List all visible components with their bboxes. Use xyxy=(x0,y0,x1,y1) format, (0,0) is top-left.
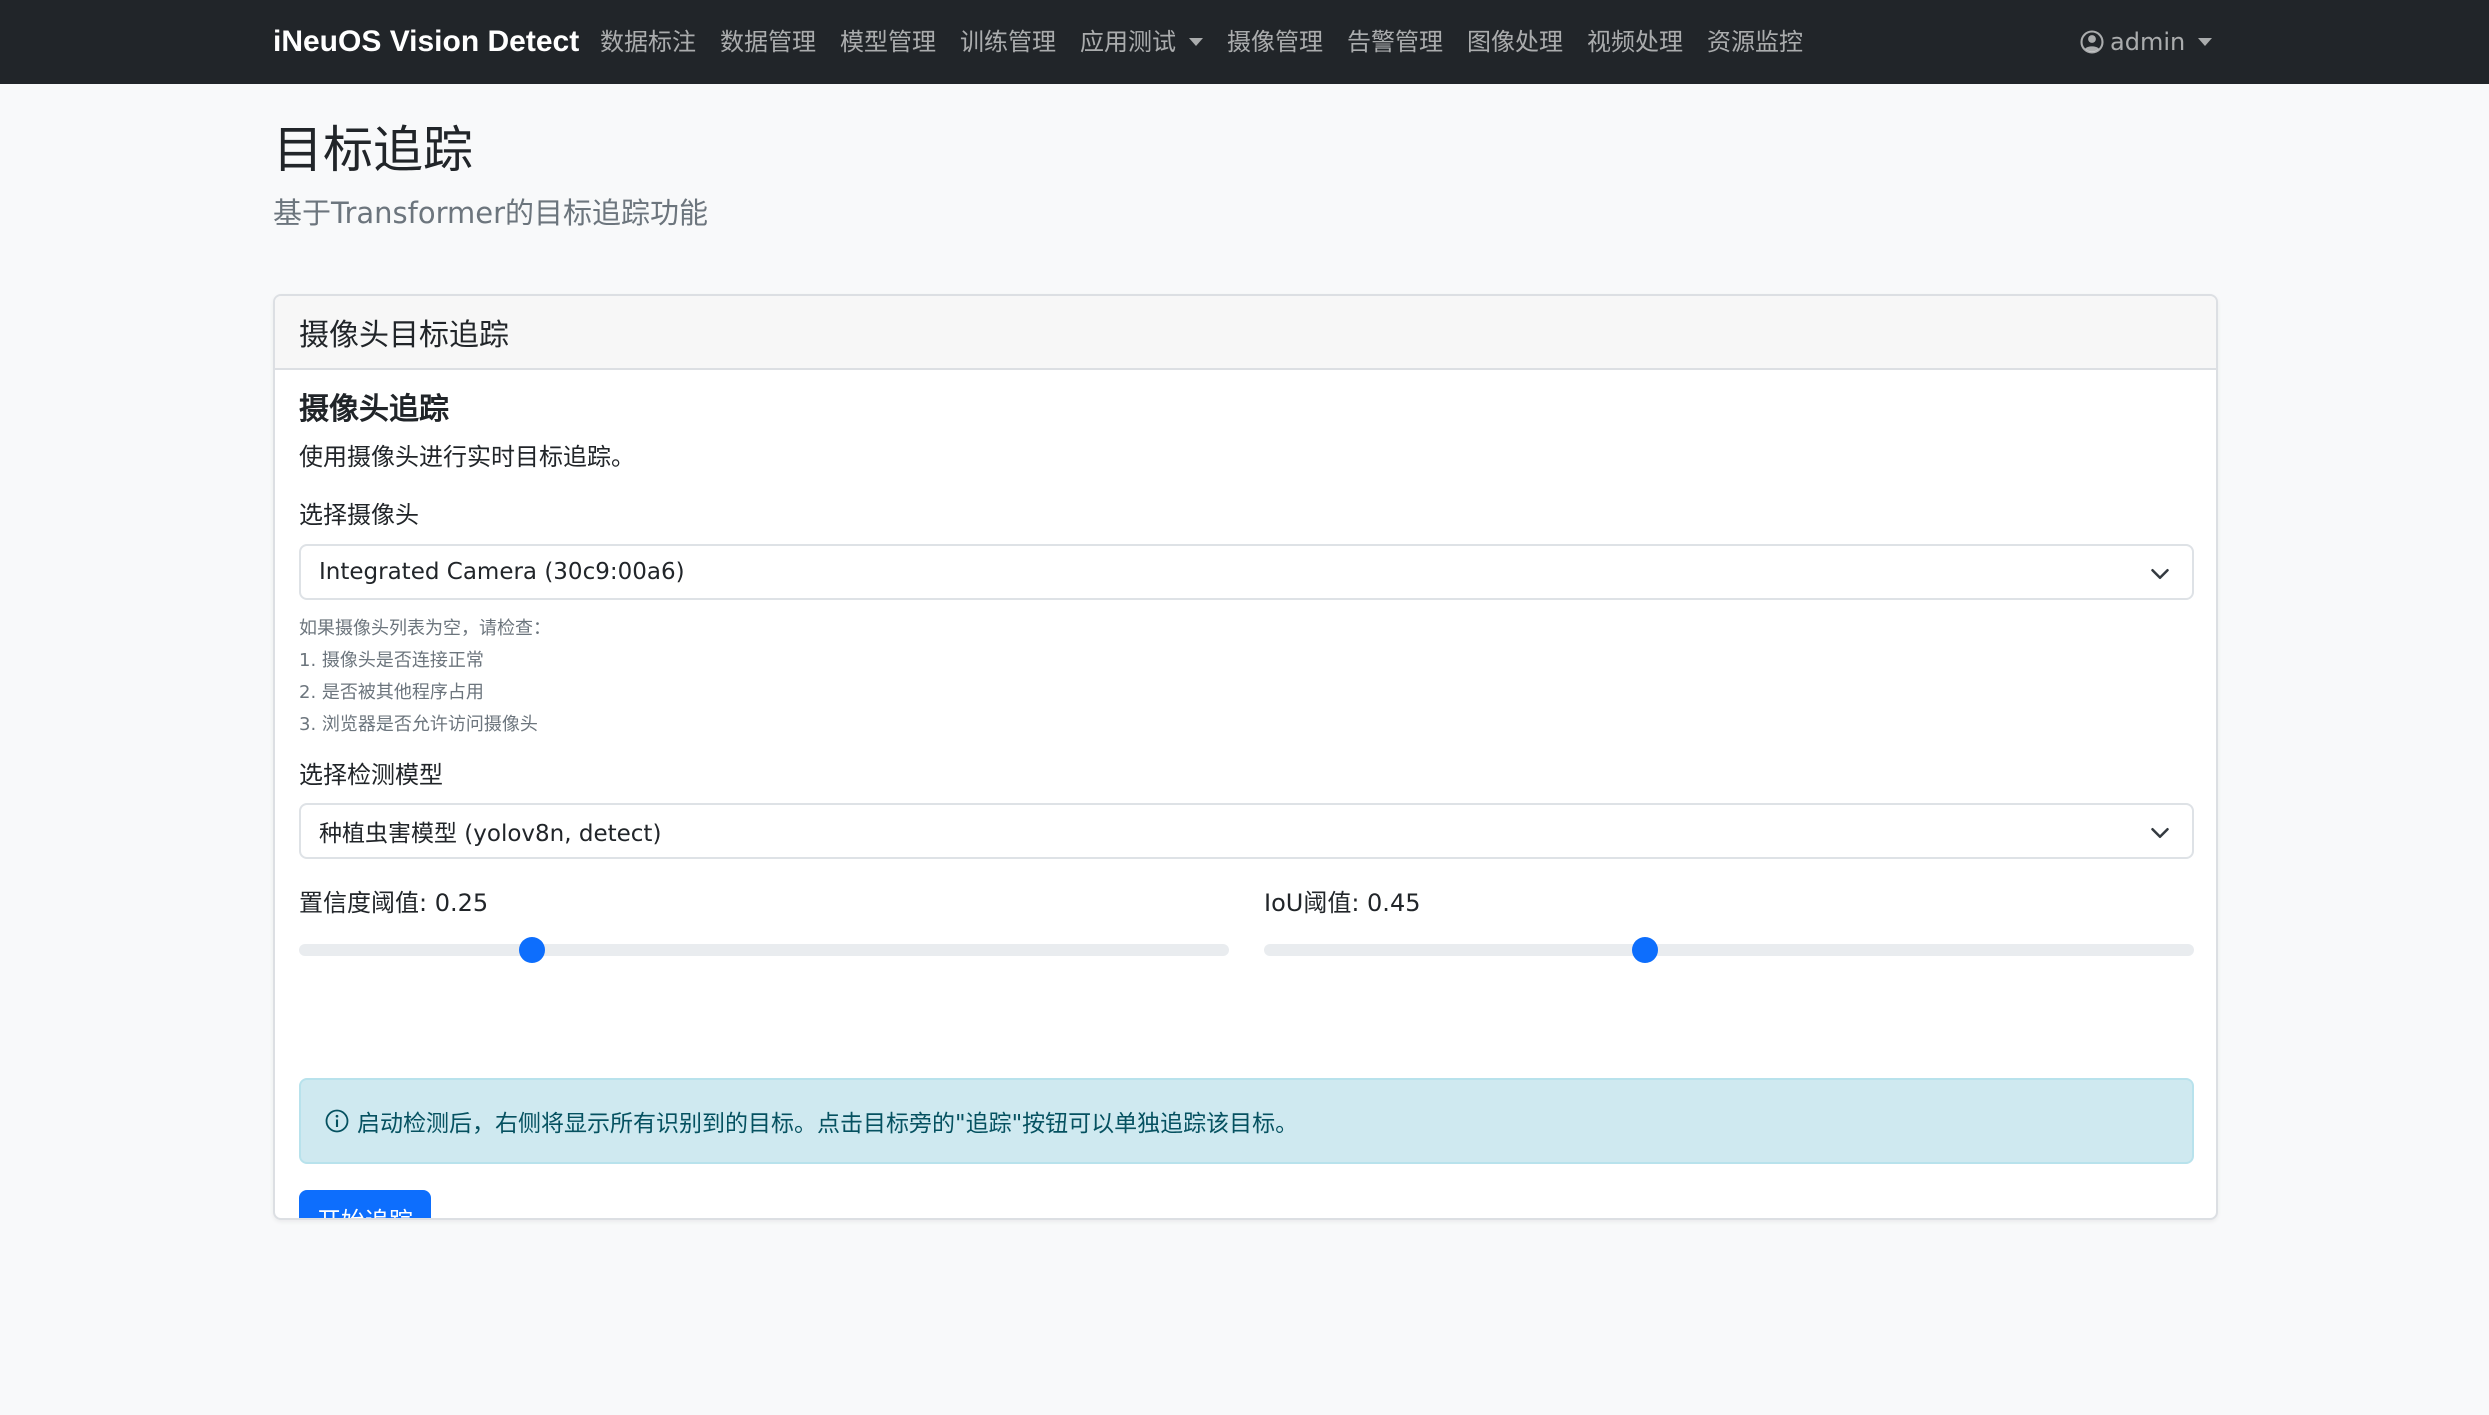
nav-item-label: 资源监控 xyxy=(1707,28,1803,56)
slider-thumb[interactable] xyxy=(518,937,545,963)
confidence-threshold-slider[interactable] xyxy=(299,937,1229,963)
nav-item-label: 数据标注 xyxy=(600,28,696,56)
nav-item-camera-management[interactable]: 摄像管理 xyxy=(1227,22,1323,62)
help-line: 1. 摄像头是否连接正常 xyxy=(299,650,484,671)
nav-item-label: 图像处理 xyxy=(1467,28,1563,56)
info-alert-text: 启动检测后，右侧将显示所有识别到的目标。点击目标旁的"追踪"按钮可以单独追踪该目… xyxy=(357,1111,1299,1137)
nav-item-resource-monitor[interactable]: 资源监控 xyxy=(1707,22,1803,62)
model-select-label: 选择检测模型 xyxy=(299,761,443,789)
iou-threshold-label: IoU阈值: 0.45 xyxy=(1264,889,1421,917)
info-alert: 启动检测后，右侧将显示所有识别到的目标。点击目标旁的"追踪"按钮可以单独追踪该目… xyxy=(299,1078,2194,1164)
nav-item-label: 数据管理 xyxy=(720,28,816,56)
username: admin xyxy=(2110,28,2186,56)
user-menu-dropdown[interactable]: admin xyxy=(2080,22,2213,62)
camera-help-text: 如果摄像头列表为空，请检查： 1. 摄像头是否连接正常 2. 是否被其他程序占用… xyxy=(299,613,551,741)
camera-tracking-card: 摄像头目标追踪 摄像头追踪 使用摄像头进行实时目标追踪。 选择摄像头 Integ… xyxy=(273,294,2218,1220)
section-title: 摄像头追踪 xyxy=(299,392,449,427)
card-header: 摄像头目标追踪 xyxy=(275,296,2216,370)
model-select[interactable]: 种植虫害模型 (yolov8n, detect) xyxy=(299,803,2194,859)
nav-item-label: 告警管理 xyxy=(1347,28,1443,56)
nav-item-alarm-management[interactable]: 告警管理 xyxy=(1347,22,1443,62)
nav-item-label: 视频处理 xyxy=(1587,28,1683,56)
chevron-down-icon xyxy=(2151,828,2169,838)
help-line: 3. 浏览器是否允许访问摄像头 xyxy=(299,714,538,735)
nav-item-app-testing-dropdown[interactable]: 应用测试 xyxy=(1080,22,1203,62)
iou-threshold-slider[interactable] xyxy=(1264,937,2194,963)
nav-item-label: 训练管理 xyxy=(960,28,1056,56)
start-tracking-label: 开始追踪 xyxy=(317,1201,413,1219)
nav-menu: 数据标注 数据管理 模型管理 训练管理 应用测试 摄像管理 告警管理 图像处理 … xyxy=(600,22,1803,62)
info-circle-icon xyxy=(325,1109,349,1133)
section-description: 使用摄像头进行实时目标追踪。 xyxy=(299,443,635,471)
user-circle-icon xyxy=(2080,30,2104,54)
help-line: 2. 是否被其他程序占用 xyxy=(299,682,484,703)
chevron-down-icon xyxy=(2151,569,2169,579)
model-select-value: 种植虫害模型 (yolov8n, detect) xyxy=(319,821,662,847)
camera-select-label: 选择摄像头 xyxy=(299,501,419,529)
brand-logo[interactable]: iNeuOS Vision Detect xyxy=(273,23,579,61)
nav-item-label: 应用测试 xyxy=(1080,28,1176,56)
nav-item-data-management[interactable]: 数据管理 xyxy=(720,22,816,62)
nav-item-data-annotation[interactable]: 数据标注 xyxy=(600,22,696,62)
nav-item-label: 模型管理 xyxy=(840,28,936,56)
nav-item-label: 摄像管理 xyxy=(1227,28,1323,56)
nav-item-model-management[interactable]: 模型管理 xyxy=(840,22,936,62)
camera-select[interactable]: Integrated Camera (30c9:00a6) xyxy=(299,544,2194,600)
top-navbar: iNeuOS Vision Detect 数据标注 数据管理 模型管理 训练管理… xyxy=(0,0,2489,84)
help-line: 如果摄像头列表为空，请检查： xyxy=(299,618,551,639)
nav-item-video-processing[interactable]: 视频处理 xyxy=(1587,22,1683,62)
nav-item-training-management[interactable]: 训练管理 xyxy=(960,22,1056,62)
caret-down-icon xyxy=(2198,38,2213,46)
card-header-title: 摄像头目标追踪 xyxy=(299,318,509,353)
nav-item-image-processing[interactable]: 图像处理 xyxy=(1467,22,1563,62)
page-subtitle: 基于Transformer的目标追踪功能 xyxy=(273,196,709,230)
caret-down-icon xyxy=(1189,38,1203,46)
slider-thumb[interactable] xyxy=(1632,937,1659,963)
start-tracking-button[interactable]: 开始追踪 xyxy=(299,1190,431,1219)
camera-select-value: Integrated Camera (30c9:00a6) xyxy=(319,559,685,585)
page-title: 目标追踪 xyxy=(273,121,473,179)
confidence-threshold-label: 置信度阈值: 0.25 xyxy=(299,889,489,917)
card-body: 摄像头追踪 使用摄像头进行实时目标追踪。 选择摄像头 Integrated Ca… xyxy=(275,370,2216,1219)
